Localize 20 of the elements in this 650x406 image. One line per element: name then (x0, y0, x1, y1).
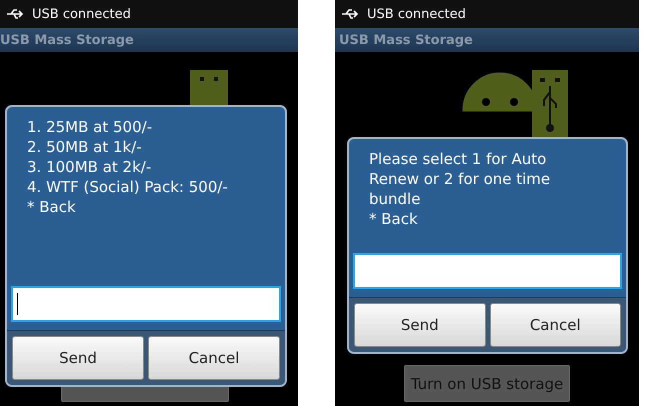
message-line: * Back (27, 197, 77, 217)
message-line: Please select 1 for Auto Renew or 2 for one time bundle (369, 149, 552, 209)
cancel-button[interactable]: Cancel (490, 303, 621, 347)
status-text: USB connected (367, 6, 466, 22)
usb-icon (341, 8, 359, 20)
message-line: 1. 25MB at 500/- (27, 117, 154, 137)
title-text: USB Mass Storage (339, 32, 473, 48)
send-button[interactable]: Send (354, 303, 486, 347)
input-field[interactable] (353, 253, 622, 289)
message-line: 4. WTF (Social) Pack: 500/- (27, 177, 229, 197)
cancel-button[interactable]: Cancel (148, 336, 280, 380)
usb-icon (6, 8, 24, 20)
message-line: * Back (369, 209, 419, 229)
text-cursor (17, 293, 18, 315)
input-field[interactable] (11, 286, 281, 322)
title-text: USB Mass Storage (0, 32, 134, 48)
message-line: 2. 50MB at 1k/- (27, 137, 143, 157)
message-line: 3. 100MB at 2k/- (27, 157, 152, 177)
send-button[interactable]: Send (12, 336, 144, 380)
status-text: USB connected (32, 6, 131, 22)
